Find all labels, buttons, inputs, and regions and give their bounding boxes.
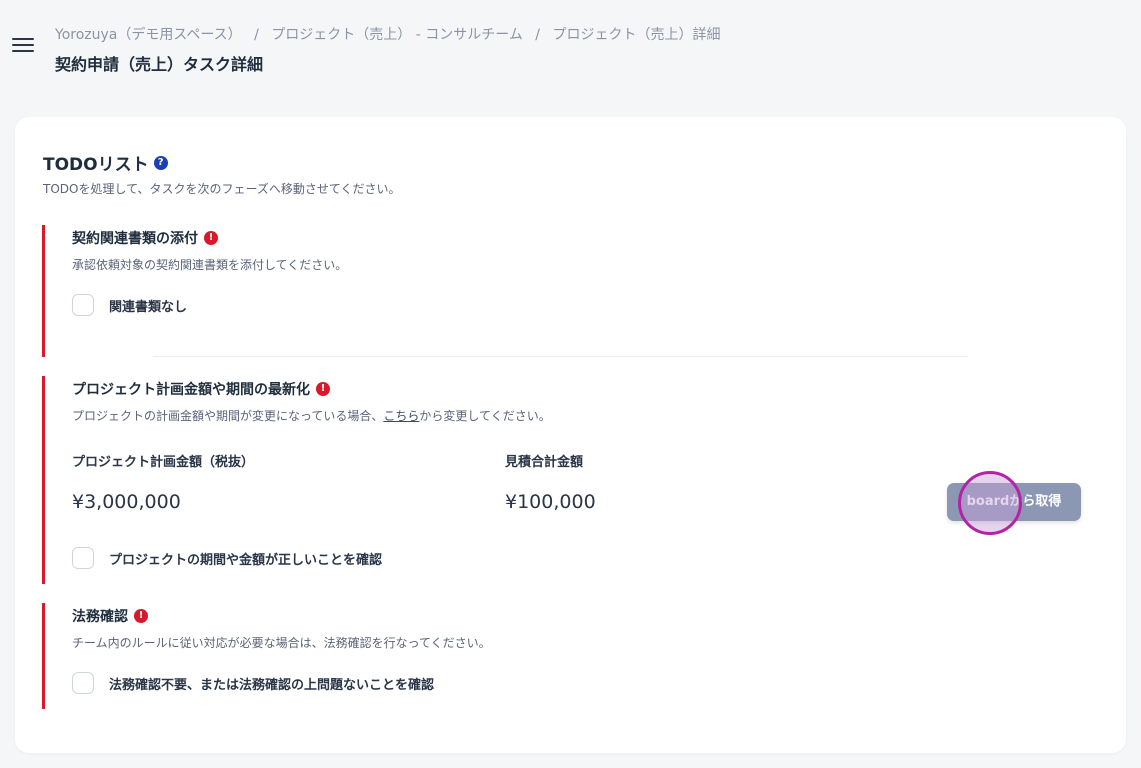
no-documents-label[interactable]: 関連書類なし: [109, 296, 187, 315]
breadcrumb-item-project-detail[interactable]: プロジェクト（売上）詳細: [552, 27, 720, 43]
section-contract-documents: 契約関連書類の添付 ! 承認依頼対象の契約関連書類を添付してください。 関連書類…: [42, 225, 1102, 357]
description-text-before: プロジェクトの計画金額や期間が変更になっている場合、: [72, 409, 384, 423]
section-description: 承認依頼対象の契約関連書類を添付してください。: [72, 258, 348, 272]
breadcrumb: Yorozuya（デモ用スペース） / プロジェクト（売上） - コンサルチーム…: [55, 24, 720, 44]
todo-title: TODOリスト ?: [43, 150, 168, 175]
section-title: 契約関連書類の添付 !: [72, 228, 218, 248]
confirm-period-amount-checkbox[interactable]: [72, 547, 94, 569]
estimate-total-value: ¥100,000: [505, 491, 596, 513]
breadcrumb-separator: /: [254, 27, 259, 43]
no-documents-checkbox-row[interactable]: 関連書類なし: [72, 294, 187, 316]
get-from-board-button[interactable]: boardから取得: [947, 483, 1081, 521]
todo-card: TODOリスト ? TODOを処理して、タスクを次のフェーズへ移動させてください…: [15, 117, 1126, 753]
breadcrumb-item-project-team[interactable]: プロジェクト（売上） - コンサルチーム: [271, 27, 523, 43]
todo-description: TODOを処理して、タスクを次のフェーズへ移動させてください。: [43, 182, 401, 196]
help-icon[interactable]: ?: [153, 155, 168, 170]
breadcrumb-separator: /: [535, 27, 541, 43]
legal-confirm-checkbox[interactable]: [72, 672, 94, 694]
section-title-text: 契約関連書類の添付: [72, 231, 198, 247]
divider: [153, 356, 968, 357]
warning-icon: !: [134, 609, 148, 623]
warning-icon: !: [204, 231, 218, 245]
confirm-period-amount-label[interactable]: プロジェクトの期間や金額が正しいことを確認: [109, 549, 382, 568]
planned-amount-value: ¥3,000,000: [72, 491, 181, 513]
no-documents-checkbox[interactable]: [72, 294, 94, 316]
legal-confirm-checkbox-row[interactable]: 法務確認不要、または法務確認の上問題ないことを確認: [72, 672, 434, 694]
section-title-text: 法務確認: [72, 609, 128, 625]
section-title: 法務確認 !: [72, 606, 148, 626]
page-title: 契約申請（売上）タスク詳細: [55, 55, 264, 74]
todo-title-text: TODOリスト: [43, 155, 149, 175]
planned-amount-label: プロジェクト計画金額（税抜）: [72, 455, 255, 470]
section-project-plan-update: プロジェクト計画金額や期間の最新化 ! プロジェクトの計画金額や期間が変更になっ…: [42, 376, 1102, 584]
section-description: チーム内のルールに従い対応が必要な場合は、法務確認を行なってください。: [72, 636, 491, 650]
section-title: プロジェクト計画金額や期間の最新化 !: [72, 379, 330, 399]
confirm-period-amount-checkbox-row[interactable]: プロジェクトの期間や金額が正しいことを確認: [72, 547, 382, 569]
top-header: Yorozuya（デモ用スペース） / プロジェクト（売上） - コンサルチーム…: [0, 0, 1141, 100]
section-description: プロジェクトの計画金額や期間が変更になっている場合、こちらから変更してください。: [72, 407, 551, 424]
section-legal-review: 法務確認 ! チーム内のルールに従い対応が必要な場合は、法務確認を行なってくださ…: [42, 603, 1102, 709]
change-link[interactable]: こちら: [383, 409, 419, 423]
section-title-text: プロジェクト計画金額や期間の最新化: [72, 382, 310, 398]
description-text-after: から変更してください。: [419, 409, 551, 423]
estimate-total-label: 見積合計金額: [505, 455, 584, 470]
legal-confirm-label[interactable]: 法務確認不要、または法務確認の上問題ないことを確認: [109, 674, 434, 693]
hamburger-menu-icon[interactable]: [12, 38, 36, 54]
breadcrumb-item-space[interactable]: Yorozuya（デモ用スペース）: [55, 27, 242, 43]
warning-icon: !: [316, 382, 330, 396]
